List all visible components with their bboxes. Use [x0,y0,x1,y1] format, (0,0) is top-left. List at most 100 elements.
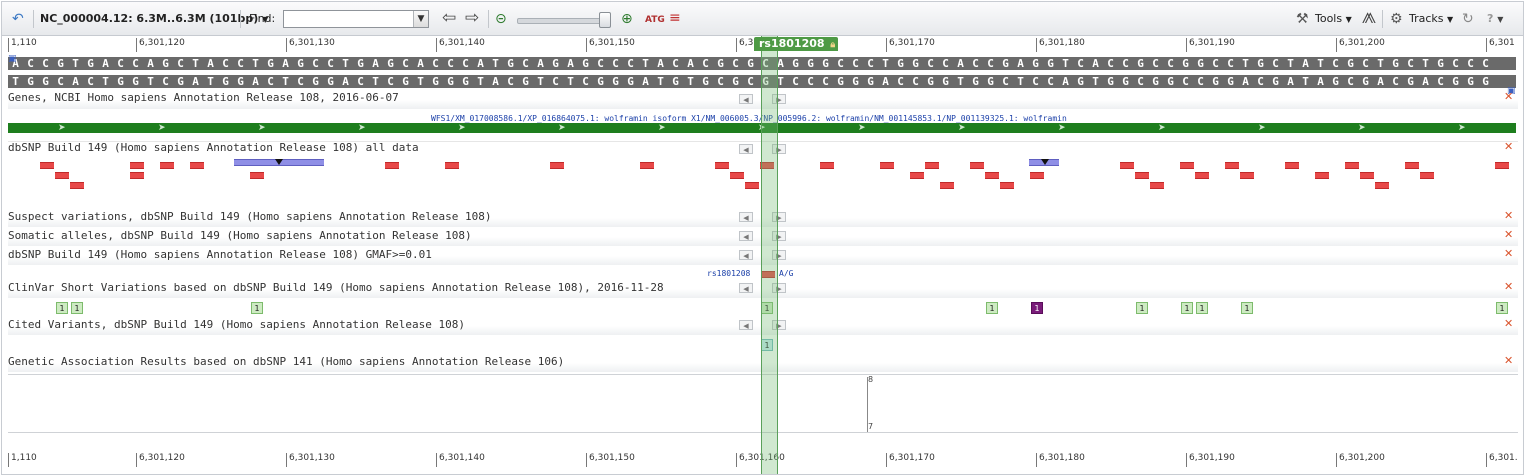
snp-feature[interactable] [550,162,564,169]
clinvar-variant-feature[interactable]: 1 [1241,302,1253,314]
reload-icon[interactable]: ↻ [1462,12,1474,26]
snp-feature[interactable] [1150,182,1164,189]
snp-feature[interactable] [1225,162,1239,169]
snp-feature[interactable] [40,162,54,169]
close-icon[interactable]: ✕ [1504,141,1513,153]
track-title-suspect: Suspect variations, dbSNP Build 149 (Hom… [8,210,492,223]
nucleotide: C [387,75,394,88]
snp-feature[interactable] [1135,172,1149,179]
clinvar-variant-feature[interactable]: 1 [1136,302,1148,314]
clinvar-variant-feature[interactable]: 1 [251,302,263,314]
nucleotide: C [117,57,124,70]
nucleotide: G [852,75,859,88]
arrow-left-icon[interactable]: ⇦ [442,10,456,27]
snp-feature[interactable] [1240,172,1254,179]
arrow-right-icon[interactable]: ⇨ [465,10,479,27]
snp-feature[interactable] [70,182,84,189]
tracks-menu-button[interactable]: Tracks ▼ [1409,8,1453,30]
snp-feature[interactable] [1405,162,1419,169]
prev-feature-button[interactable]: ◀ [739,94,753,104]
snp-feature[interactable] [925,162,939,169]
prev-feature-button[interactable]: ◀ [739,231,753,241]
snp-feature[interactable] [250,172,264,179]
snp-feature[interactable] [1285,162,1299,169]
snp-feature[interactable] [445,162,459,169]
snp-feature[interactable] [1120,162,1134,169]
snp-feature[interactable] [160,162,174,169]
nucleotide: A [282,57,289,70]
prev-feature-button[interactable]: ◀ [739,212,753,222]
lock-icon[interactable]: 🔒︎ [830,40,835,50]
zoom-slider[interactable] [517,18,611,24]
snp-feature[interactable] [820,162,834,169]
clinvar-variant-feature[interactable]: 1 [1031,302,1043,314]
nucleotide: C [807,75,814,88]
prev-feature-button[interactable]: ◀ [739,320,753,330]
gmaf-snp-name[interactable]: rs1801208 [707,269,750,278]
snp-feature[interactable] [130,162,144,169]
snp-feature[interactable] [1375,182,1389,189]
snp-feature[interactable] [1420,172,1434,179]
close-icon[interactable]: ✕ [1504,318,1513,330]
snp-feature[interactable] [1195,172,1209,179]
help-button[interactable]: ? ▼ [1487,8,1503,30]
snp-feature[interactable] [970,162,984,169]
tracks-config-icon[interactable]: ≡ [669,11,681,25]
clinvar-variant-feature[interactable]: 1 [1196,302,1208,314]
zoom-slider-handle[interactable] [599,12,611,28]
snp-feature[interactable] [190,162,204,169]
zoom-in-icon[interactable]: ⊕ [621,12,633,26]
snp-feature[interactable] [745,182,759,189]
close-icon[interactable]: ✕ [1504,248,1513,260]
undo-icon[interactable]: ↶ [12,12,24,26]
expand-left-icon[interactable]: ▣ [8,52,17,66]
tools-icon[interactable]: ⚒ [1296,12,1309,26]
snp-feature[interactable] [985,172,999,179]
snp-feature[interactable] [55,172,69,179]
marker-flag[interactable]: rs1801208 🔒︎ [754,37,838,51]
nucleotide: C [267,75,274,88]
nucleotide: G [942,75,949,88]
snp-feature[interactable] [880,162,894,169]
zoom-out-icon[interactable]: ⊝ [495,12,507,26]
snp-feature[interactable] [130,172,144,179]
snp-feature[interactable] [910,172,924,179]
prev-feature-button[interactable]: ◀ [739,250,753,260]
snp-feature[interactable] [1345,162,1359,169]
tools-menu-button[interactable]: Tools ▼ [1315,8,1352,30]
snp-feature[interactable] [730,172,744,179]
clinvar-variant-feature[interactable]: 1 [986,302,998,314]
close-icon[interactable]: ✕ [1504,229,1513,241]
snp-feature[interactable] [1030,172,1044,179]
collapse-tracks-icon[interactable]: ⨇ [1362,12,1376,26]
clinvar-variant-feature[interactable]: 1 [71,302,83,314]
close-icon[interactable]: ✕ [1504,210,1513,222]
snp-feature[interactable] [640,162,654,169]
snp-feature[interactable] [1315,172,1329,179]
close-icon[interactable]: ✕ [1504,355,1513,367]
prev-feature-button[interactable]: ◀ [739,144,753,154]
gear-icon[interactable]: ⚙ [1390,12,1403,26]
nucleotide: G [1452,75,1459,88]
ruler-tick-label: 6,301,150 [586,38,635,52]
clinvar-variant-feature[interactable]: 1 [1496,302,1508,314]
sequence-zoom-icon[interactable]: ATG [645,13,665,27]
find-dropdown-button[interactable]: ▼ [413,11,428,27]
snp-feature[interactable] [1000,182,1014,189]
snp-feature[interactable] [385,162,399,169]
nucleotide: A [882,75,889,88]
close-icon[interactable]: ✕ [1504,91,1513,103]
find-input[interactable]: ▼ [283,10,429,28]
sequence-selector[interactable]: NC_000004.12: 6.3M..6.3M (101bp) ▼ [40,8,268,30]
clinvar-variant-feature[interactable]: 1 [1181,302,1193,314]
snp-feature[interactable] [1495,162,1509,169]
close-icon[interactable]: ✕ [1504,281,1513,293]
prev-feature-button[interactable]: ◀ [739,283,753,293]
nucleotide: G [1152,75,1159,88]
snp-feature[interactable] [940,182,954,189]
snp-feature[interactable] [1360,172,1374,179]
gene-label[interactable]: WFS1/XM_017008586.1/XP_016864075.1: wolf… [431,114,1067,123]
snp-feature[interactable] [1180,162,1194,169]
clinvar-variant-feature[interactable]: 1 [56,302,68,314]
snp-feature[interactable] [715,162,729,169]
